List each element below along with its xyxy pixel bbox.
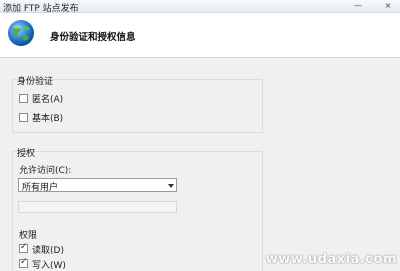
close-button[interactable]: × [376, 0, 400, 13]
title-bar: 添加 FTP 站点发布 — × [0, 0, 400, 14]
allow-access-value: 所有用户 [22, 183, 59, 193]
anonymous-label: 匿名(A) [32, 95, 64, 105]
authorization-group-label: 授权 [17, 149, 36, 159]
authentication-group [12, 79, 263, 133]
write-label: 写入(W) [32, 261, 66, 271]
minimize-button[interactable]: — [346, 0, 370, 13]
authentication-group-label: 身份验证 [17, 77, 54, 87]
access-detail-field [18, 201, 177, 213]
page-title: 身份验证和授权信息 [50, 32, 136, 43]
read-checkbox[interactable] [19, 242, 28, 253]
write-checkbox[interactable] [19, 257, 28, 268]
permissions-label: 权限 [19, 231, 38, 241]
read-label: 读取(D) [32, 246, 64, 256]
globe-icon [8, 20, 34, 46]
basic-label: 基本(B) [32, 114, 64, 124]
wizard-header: 身份验证和授权信息 [0, 13, 400, 58]
basic-checkbox[interactable] [19, 113, 28, 122]
anonymous-checkbox[interactable] [19, 94, 28, 103]
watermark: www.udaxia.com [265, 252, 397, 267]
allow-access-label: 允许访问(C): [19, 166, 72, 176]
allow-access-dropdown[interactable]: 所有用户 [18, 178, 177, 193]
chevron-down-icon [168, 184, 174, 188]
